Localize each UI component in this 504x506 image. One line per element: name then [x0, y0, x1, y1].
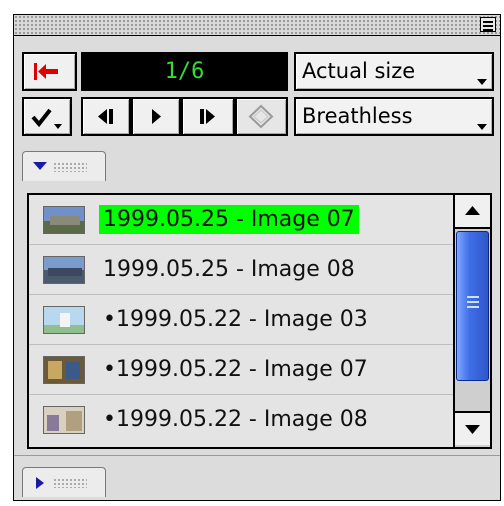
tab-grip	[53, 162, 87, 172]
view-mode-value: Actual size	[302, 59, 416, 83]
chevron-down-icon	[477, 124, 487, 130]
scroll-down-button[interactable]	[455, 411, 490, 445]
arrow-up-icon	[465, 206, 480, 215]
previous-image-button[interactable]	[81, 97, 131, 136]
image-thumbnail	[43, 356, 85, 384]
scroll-track[interactable]	[455, 381, 490, 411]
disclosure-down-icon	[33, 162, 47, 170]
list-item-label: 1999.05.25 - Image 07	[99, 205, 359, 234]
list-scrollbar[interactable]	[453, 195, 490, 447]
checkmark-menu-icon	[31, 108, 62, 129]
title-bar[interactable]	[14, 15, 500, 36]
play-icon	[152, 109, 161, 124]
expand-tab[interactable]	[22, 467, 106, 497]
chevron-down-icon	[477, 79, 487, 85]
play-button[interactable]	[131, 97, 181, 136]
scroll-thumb[interactable]	[456, 231, 489, 381]
arrow-down-icon	[465, 425, 480, 434]
list-item-label: •1999.05.22 - Image 08	[103, 407, 368, 432]
list-item[interactable]: •1999.05.22 - Image 08	[29, 395, 453, 445]
view-mode-dropdown[interactable]: Actual size	[294, 52, 494, 91]
image-counter: 1/6	[81, 52, 288, 91]
list-item-label: •1999.05.22 - Image 03	[103, 307, 368, 332]
tab-grip	[53, 478, 87, 488]
bottom-tab-strip	[14, 455, 500, 499]
disclosure-right-icon	[36, 477, 44, 489]
next-image-button[interactable]	[181, 97, 235, 136]
go-to-first-button[interactable]	[22, 52, 77, 91]
list-item-label: 1999.05.25 - Image 08	[103, 257, 355, 282]
image-thumbnail	[43, 406, 85, 434]
check-menu-button[interactable]	[22, 97, 72, 136]
scroll-up-button[interactable]	[455, 195, 490, 229]
back-to-start-icon	[34, 63, 58, 80]
image-thumbnail	[43, 206, 85, 234]
viewer-window: 1/6 Actual size Breathless 1999.05.25 - …	[13, 14, 501, 501]
list-item[interactable]: •1999.05.22 - Image 03	[29, 295, 453, 345]
step-forward-icon	[200, 109, 215, 124]
grip-lines-icon	[467, 296, 479, 308]
collapse-list-tab[interactable]	[22, 151, 106, 181]
divider	[14, 455, 500, 456]
image-thumbnail	[43, 306, 85, 334]
image-list: 1999.05.25 - Image 07 1999.05.25 - Image…	[27, 193, 492, 449]
diamond-button[interactable]	[235, 97, 288, 136]
album-value: Breathless	[302, 104, 413, 128]
list-item[interactable]: •1999.05.22 - Image 07	[29, 345, 453, 395]
image-thumbnail	[43, 256, 85, 284]
collapse-box[interactable]	[480, 17, 496, 32]
list-tab-strip	[14, 143, 500, 183]
diamond-icon	[248, 104, 274, 129]
album-dropdown[interactable]: Breathless	[294, 97, 494, 136]
list-item-label: •1999.05.22 - Image 07	[103, 357, 368, 382]
list-item[interactable]: 1999.05.25 - Image 07	[29, 195, 453, 245]
list-item[interactable]: 1999.05.25 - Image 08	[29, 245, 453, 295]
step-back-icon	[98, 109, 113, 124]
